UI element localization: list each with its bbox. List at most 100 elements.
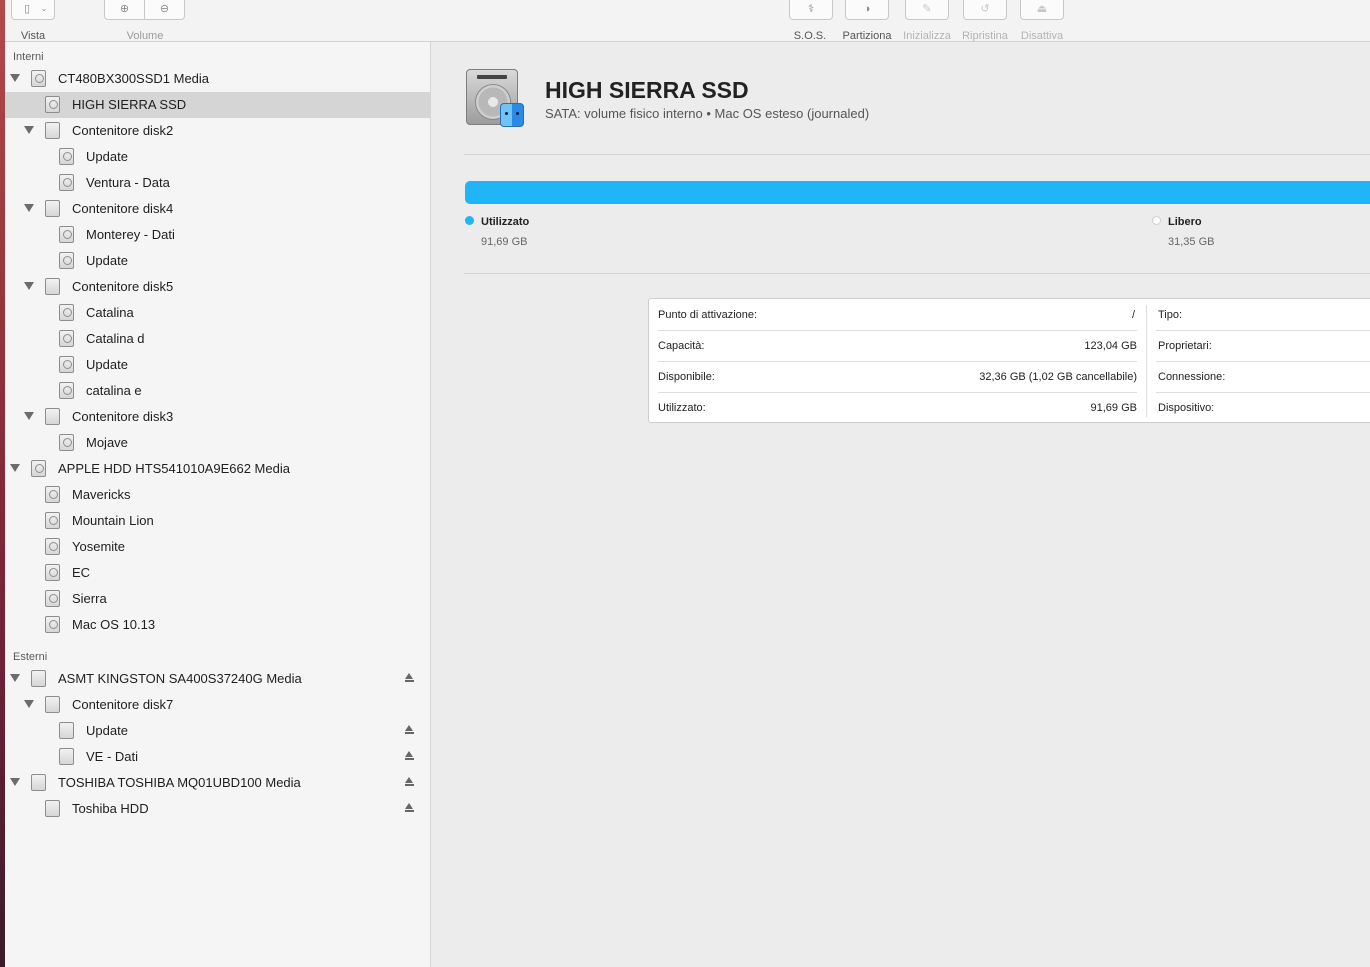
sidebar-item-container[interactable]: Contenitore disk3	[5, 404, 430, 430]
sidebar-item-label: EC	[72, 565, 91, 580]
row-separator	[658, 361, 1137, 362]
container-icon	[45, 278, 60, 295]
eject-icon[interactable]	[405, 673, 414, 683]
partition-icon: ◑	[863, 3, 871, 15]
capacity-value: 123,04 GB	[1084, 340, 1137, 352]
sidebar-item-volume-selected[interactable]: HIGH SIERRA SSD	[5, 92, 430, 118]
first-aid-button[interactable]: ⚕	[789, 0, 833, 20]
volume-icon	[59, 304, 74, 321]
sidebar-item-volume[interactable]: Ventura - Data	[5, 170, 430, 196]
row-separator	[1156, 361, 1370, 362]
sidebar-item-disk[interactable]: ASMT KINGSTON SA400S37240G Media	[5, 666, 430, 692]
sidebar-item-label: Update	[86, 253, 128, 268]
sidebar-item-volume[interactable]: Update	[5, 144, 430, 170]
sidebar-item-volume[interactable]: VE - Dati	[5, 744, 430, 770]
disclosure-triangle-icon[interactable]	[24, 204, 34, 212]
volume-title: HIGH SIERRA SSD	[545, 77, 749, 103]
sidebar-item-label: Catalina	[86, 305, 134, 320]
used-value: 91,69 GB	[1090, 402, 1137, 414]
volume-add-icon: ⊕	[119, 3, 130, 15]
sidebar-item-container[interactable]: Contenitore disk2	[5, 118, 430, 144]
device-label: Dispositivo:	[1158, 402, 1215, 414]
sidebar-item-volume[interactable]: Update	[5, 248, 430, 274]
disclosure-triangle-icon[interactable]	[10, 464, 20, 472]
section-external-title: Esterni	[13, 651, 48, 663]
chevron-down-icon: ⌄	[40, 4, 48, 13]
sidebar-item-volume[interactable]: Update	[5, 718, 430, 744]
erase-button[interactable]: ✎	[905, 0, 949, 20]
view-button[interactable]: ▯ ⌄	[11, 0, 55, 20]
sidebar-item-volume[interactable]: Mojave	[5, 430, 430, 456]
sidebar-item-label: Ventura - Data	[86, 175, 170, 190]
eject-icon[interactable]	[405, 725, 414, 735]
used-label: Utilizzato:	[658, 402, 706, 414]
disclosure-triangle-icon[interactable]	[24, 126, 34, 134]
main-panel: HIGH SIERRA SSD SATA: volume fisico inte…	[431, 42, 1370, 967]
disclosure-triangle-icon[interactable]	[10, 778, 20, 786]
volume-icon	[59, 226, 74, 243]
disclosure-triangle-icon[interactable]	[24, 412, 34, 420]
partition-button[interactable]: ◑	[845, 0, 889, 20]
volume-icon	[45, 96, 60, 113]
sidebar-item-container[interactable]: Contenitore disk7	[5, 692, 430, 718]
sidebar-item-volume[interactable]: Catalina d	[5, 326, 430, 352]
view-label: Vista	[20, 30, 46, 42]
sidebar-item-volume[interactable]: Mavericks	[5, 482, 430, 508]
disclosure-triangle-icon[interactable]	[10, 74, 20, 82]
mount-point-value: /	[1131, 309, 1135, 321]
disclosure-triangle-icon[interactable]	[10, 674, 20, 682]
sidebar-item-label: ASMT KINGSTON SA400S37240G Media	[58, 671, 302, 686]
info-table: Punto di attivazione: / Tipo: Capacità: …	[648, 298, 1370, 423]
sidebar-item-disk[interactable]: APPLE HDD HTS541010A9E662 Media	[5, 456, 430, 482]
sidebar-item-label: Catalina d	[86, 331, 145, 346]
unmount-button[interactable]: ⏏	[1020, 0, 1064, 20]
eject-icon[interactable]	[405, 803, 414, 813]
container-icon	[45, 408, 60, 425]
eject-icon[interactable]	[405, 777, 414, 787]
toolbar: ▯ ⌄ Vista ⊕ ⊖ Volume ⚕ S.O.S. ◑ Partizio…	[5, 0, 1370, 42]
sidebar-item-volume[interactable]: Update	[5, 352, 430, 378]
volume-icon	[59, 174, 74, 191]
sidebar-item-volume[interactable]: catalina e	[5, 378, 430, 404]
erase-icon: ✎	[922, 3, 932, 15]
volume-add-button[interactable]: ⊕	[104, 0, 145, 20]
disk-icon	[31, 670, 46, 687]
sidebar-item-label: Update	[86, 723, 128, 738]
sidebar-item-volume[interactable]: Mac OS 10.13	[5, 612, 430, 638]
sidebar-item-disk[interactable]: CT480BX300SSD1 Media	[5, 66, 430, 92]
sidebar-item-volume[interactable]: Monterey - Dati	[5, 222, 430, 248]
sidebar-item-label: Contenitore disk5	[72, 279, 174, 294]
sidebar-item-disk[interactable]: TOSHIBA TOSHIBA MQ01UBD100 Media	[5, 770, 430, 796]
sidebar-item-volume[interactable]: Catalina	[5, 300, 430, 326]
restore-button[interactable]: ↺	[963, 0, 1007, 20]
sidebar-item-label: Sierra	[72, 591, 107, 606]
sidebar-item-label: Contenitore disk3	[72, 409, 174, 424]
sidebar-icon: ▯	[23, 3, 31, 15]
sidebar-item-volume[interactable]: Mountain Lion	[5, 508, 430, 534]
volume-remove-button[interactable]: ⊖	[145, 0, 185, 20]
available-value: 32,36 GB (1,02 GB cancellabile)	[979, 371, 1137, 383]
volume-icon	[45, 800, 60, 817]
sidebar-item-volume[interactable]: EC	[5, 560, 430, 586]
sidebar-item-volume[interactable]: Toshiba HDD	[5, 796, 430, 822]
disclosure-triangle-icon[interactable]	[24, 700, 34, 708]
section-internal-title: Interni	[13, 51, 44, 63]
sidebar-item-volume[interactable]: Yosemite	[5, 534, 430, 560]
sidebar-item-volume[interactable]: Sierra	[5, 586, 430, 612]
sidebar-item-label: Update	[86, 149, 128, 164]
type-label: Tipo:	[1158, 309, 1183, 321]
disclosure-triangle-icon[interactable]	[24, 282, 34, 290]
sidebar-item-label: CT480BX300SSD1 Media	[58, 71, 210, 86]
sidebar-item-label: Mac OS 10.13	[72, 617, 156, 632]
disk-icon	[31, 774, 46, 791]
eject-icon[interactable]	[405, 751, 414, 761]
sidebar-item-label: Toshiba HDD	[72, 801, 149, 816]
sidebar-item-label: Mavericks	[72, 487, 131, 502]
sidebar-item-container[interactable]: Contenitore disk4	[5, 196, 430, 222]
sidebar-item-label: Monterey - Dati	[86, 227, 175, 242]
mount-point-label: Punto di attivazione:	[658, 309, 758, 321]
sidebar-item-container[interactable]: Contenitore disk5	[5, 274, 430, 300]
used-legend-dot	[465, 216, 474, 225]
free-legend-value: 31,35 GB	[1168, 236, 1215, 248]
restore-icon: ↺	[980, 3, 990, 15]
